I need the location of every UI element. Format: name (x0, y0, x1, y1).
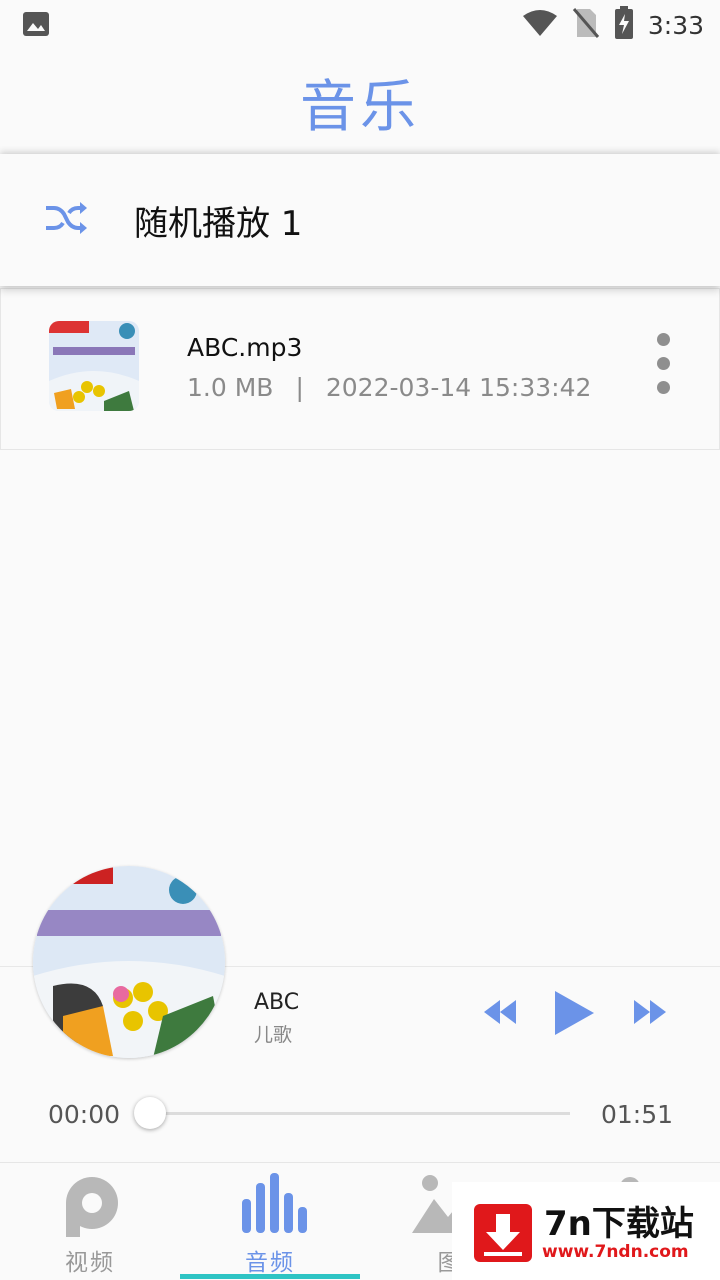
nav-tab-video[interactable]: 视频 (0, 1163, 180, 1280)
no-sim-icon (572, 7, 600, 43)
video-p-icon (0, 1173, 180, 1237)
status-bar: 3:33 (0, 0, 720, 50)
audio-bars-icon (180, 1173, 360, 1237)
current-time: 00:00 (48, 1100, 121, 1129)
shuffle-play-bar[interactable]: 随机播放 1 (0, 154, 720, 286)
now-playing-artist: 儿歌 (254, 1024, 293, 1046)
download-logo-icon (474, 1204, 532, 1262)
app-bar: 音乐 (0, 50, 720, 150)
shuffle-play-label: 随机播放 1 (134, 204, 303, 244)
shuffle-icon (44, 200, 88, 240)
song-size: 1.0 MB (187, 373, 274, 402)
progress-track[interactable] (152, 1112, 570, 1115)
nav-tab-audio[interactable]: 音频 (180, 1163, 360, 1280)
song-date: 2022-03-14 15:33:42 (325, 373, 592, 402)
rewind-icon[interactable] (484, 998, 516, 1030)
watermark-title: 7n下载站 (544, 1204, 694, 1244)
list-item[interactable]: ABC.mp3 1.0 MB | 2022-03-14 15:33:42 (0, 288, 720, 450)
more-options-icon[interactable] (651, 333, 675, 399)
active-tab-indicator (180, 1274, 360, 1279)
total-time: 01:51 (601, 1100, 674, 1129)
progress-thumb[interactable] (134, 1097, 166, 1129)
gallery-icon (22, 11, 50, 41)
nav-label-audio: 音频 (245, 1250, 295, 1276)
song-meta: 1.0 MB | 2022-03-14 15:33:42 (187, 373, 591, 402)
play-icon[interactable] (553, 990, 595, 1040)
battery-charging-icon (614, 6, 634, 44)
watermark-overlay: 7n下载站 www.7ndn.com (452, 1182, 720, 1280)
watermark-url: www.7ndn.com (542, 1242, 689, 1262)
song-title: ABC.mp3 (187, 333, 303, 362)
album-cover-thumbnail (49, 321, 139, 411)
album-disc[interactable] (33, 866, 225, 1058)
wifi-icon (522, 8, 558, 42)
clock-time: 3:33 (647, 10, 704, 40)
fast-forward-icon[interactable] (634, 998, 666, 1030)
now-playing-title: ABC (254, 990, 300, 1015)
page-title: 音乐 (300, 75, 420, 140)
nav-label-video: 视频 (65, 1250, 115, 1276)
meta-separator: | (295, 373, 304, 402)
